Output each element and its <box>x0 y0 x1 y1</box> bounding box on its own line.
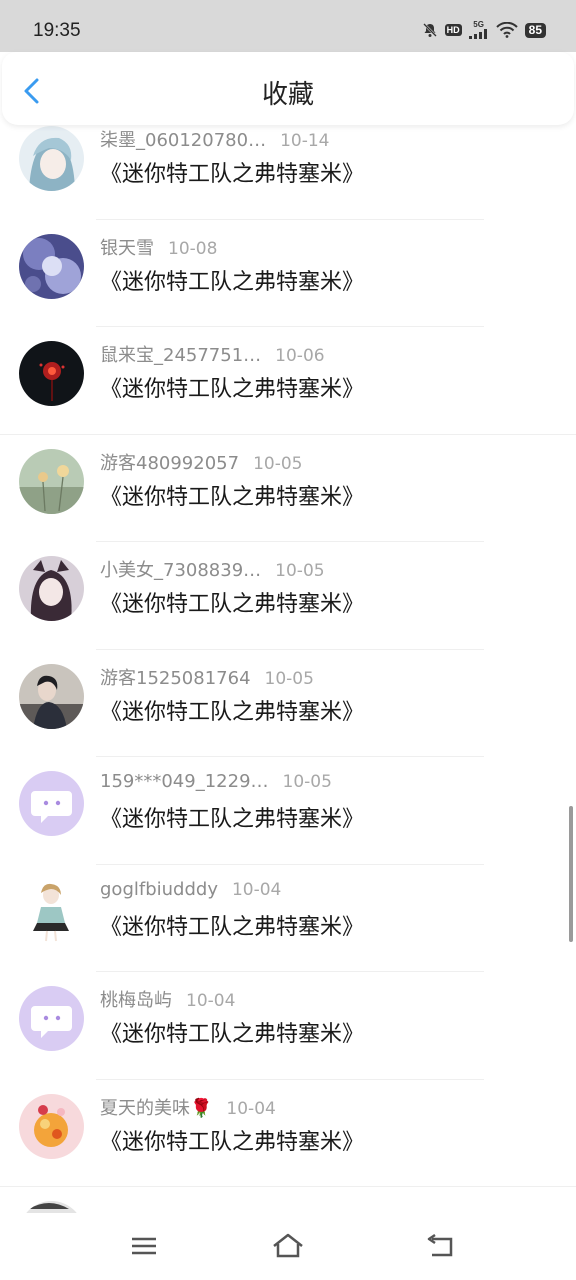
avatar[interactable] <box>19 126 84 191</box>
book-title[interactable]: 《迷你特工队之弗特塞米》 <box>100 1016 364 1048</box>
user-name: 159***049_1229… 10-05 <box>100 771 332 792</box>
avatar[interactable] <box>19 771 84 836</box>
list-item[interactable]: 游客480992057 10-05 《迷你特工队之弗特塞米》 <box>0 435 576 542</box>
item-date: 10-08 <box>168 238 218 259</box>
user-name: 小美女_7308839… 10-05 <box>100 560 325 581</box>
book-title[interactable]: 《迷你特工队之弗特塞米》 <box>100 264 364 296</box>
page-title: 收藏 <box>261 80 314 110</box>
network-label: 5G <box>473 20 484 29</box>
book-title[interactable]: 《迷你特工队之弗特塞米》 <box>100 479 364 511</box>
top-bar: 收藏 <box>2 52 574 125</box>
avatar[interactable] <box>19 341 84 406</box>
list-item[interactable] <box>0 1187 576 1213</box>
item-date: 10-04 <box>231 879 282 900</box>
status-time: 19:35 <box>33 20 81 41</box>
item-date: 10-04 <box>186 991 236 1011</box>
item-date: 10-05 <box>282 772 332 792</box>
status-icons: HD 5G 85 <box>422 21 546 39</box>
user-name: 桃梅岛屿 10-04 <box>100 990 236 1011</box>
item-date: 10-04 <box>226 1098 276 1119</box>
favorites-list[interactable]: 柒墨_060120780… 10-14 《迷你特工队之弗特塞米》 银天雪 10-08… <box>0 125 576 1213</box>
user-name: goglfbiudddy 10-04 <box>100 878 282 900</box>
avatar[interactable] <box>19 663 84 729</box>
item-date: 10-05 <box>275 561 325 581</box>
list-item[interactable]: 银天雪 10-08 《迷你特工队之弗特塞米》 <box>0 220 576 327</box>
user-name: 夏天的美味🌹 10-04 <box>100 1097 276 1119</box>
user-name: 柒墨_060120780… 10-14 <box>100 130 330 151</box>
list-item[interactable]: 159***049_1229… 10-05 《迷你特工队之弗特塞米》 <box>0 757 576 865</box>
item-date: 10-05 <box>264 668 314 689</box>
list-item[interactable]: 柒墨_060120780… 10-14 《迷你特工队之弗特塞米》 <box>0 125 576 220</box>
book-title[interactable]: 《迷你特工队之弗特塞米》 <box>100 909 364 941</box>
book-title[interactable]: 《迷你特工队之弗特塞米》 <box>100 694 364 726</box>
avatar[interactable] <box>19 556 84 621</box>
list-item[interactable]: 游客1525081764 10-05 《迷你特工队之弗特塞米》 <box>0 650 576 757</box>
avatar[interactable] <box>19 986 84 1051</box>
item-date: 10-05 <box>253 453 303 474</box>
book-title[interactable]: 《迷你特工队之弗特塞米》 <box>100 801 364 833</box>
avatar[interactable] <box>19 448 84 514</box>
item-date: 10-06 <box>275 346 325 366</box>
list-item[interactable]: 夏天的美味🌹 10-04 《迷你特工队之弗特塞米》 <box>0 1080 576 1187</box>
wifi-icon <box>495 22 518 38</box>
user-name: 银天雪 10-08 <box>100 237 218 259</box>
user-name: 游客480992057 10-05 <box>100 452 303 474</box>
status-bar: 19:35 HD 5G 85 <box>0 0 576 52</box>
list-item[interactable]: 桃梅岛屿 10-04 《迷你特工队之弗特塞米》 <box>0 972 576 1080</box>
avatar[interactable] <box>19 1093 84 1159</box>
book-title[interactable]: 《迷你特工队之弗特塞米》 <box>100 1124 364 1156</box>
list-item[interactable]: goglfbiudddy 10-04 《迷你特工队之弗特塞米》 <box>0 865 576 972</box>
user-name: 鼠来宝_2457751… 10-06 <box>100 345 325 366</box>
list-item[interactable]: 小美女_7308839… 10-05 《迷你特工队之弗特塞米》 <box>0 542 576 650</box>
list-item[interactable]: 鼠来宝_2457751… 10-06 《迷你特工队之弗特塞米》 <box>0 327 576 435</box>
book-title[interactable]: 《迷你特工队之弗特塞米》 <box>100 586 364 618</box>
avatar[interactable] <box>19 878 84 944</box>
item-date: 10-14 <box>280 131 330 151</box>
menu-icon[interactable] <box>127 1231 161 1261</box>
battery-icon: 85 <box>524 22 546 38</box>
book-title[interactable]: 《迷你特工队之弗特塞米》 <box>100 371 364 403</box>
hd-icon: HD <box>444 24 462 36</box>
avatar[interactable] <box>19 233 84 299</box>
user-name: 游客1525081764 10-05 <box>100 667 314 689</box>
signal-5g-icon: 5G <box>468 20 489 39</box>
home-icon[interactable] <box>271 1231 305 1261</box>
system-nav-bar <box>0 1213 576 1280</box>
book-title[interactable]: 《迷你特工队之弗特塞米》 <box>100 156 364 188</box>
back-icon[interactable] <box>423 1231 457 1261</box>
scrollbar-thumb[interactable] <box>569 806 573 942</box>
avatar[interactable] <box>19 1201 84 1213</box>
mute-bell-icon <box>422 22 438 38</box>
